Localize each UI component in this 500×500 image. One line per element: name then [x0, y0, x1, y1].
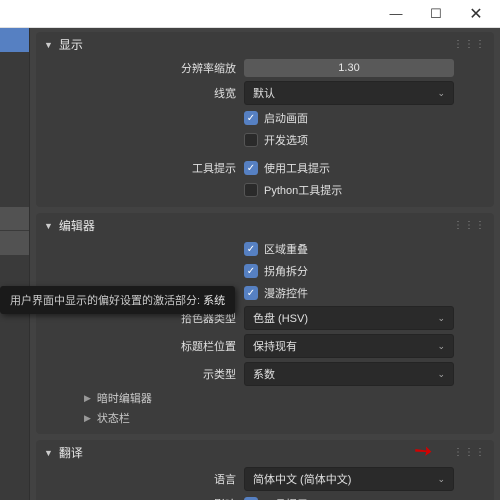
panel-display-title: 显示: [59, 36, 83, 53]
preferences-main: ▼ 显示 ⋮⋮⋮ 分辨率缩放 1.30 线宽 默认⌄ ✓ 启动画面: [30, 28, 500, 500]
panel-editor-header[interactable]: ▼ 编辑器 ⋮⋮⋮: [36, 213, 494, 238]
chevron-down-icon: ⌄: [437, 474, 445, 485]
factor-type-label: 示类型: [44, 366, 244, 382]
panel-display-header[interactable]: ▼ 显示 ⋮⋮⋮: [36, 32, 494, 57]
resolution-scale-label: 分辨率缩放: [44, 60, 244, 76]
navigate-widget-checkbox[interactable]: ✓: [244, 286, 258, 300]
sidebar-tab-2[interactable]: [0, 231, 29, 255]
factor-type-dropdown[interactable]: 系数⌄: [244, 362, 454, 386]
devopts-checkbox[interactable]: [244, 133, 258, 147]
region-overlap-label: 区域重叠: [264, 241, 308, 257]
use-tooltips-checkbox[interactable]: ✓: [244, 161, 258, 175]
left-tabs: [0, 28, 30, 500]
panel-translate: ▼ 翻译 ⋮⋮⋮ 语言简体中文 (简体中文)⌄ 影响✓工具提示 ✓界面 ✓新建数…: [36, 440, 494, 500]
picker-type-dropdown[interactable]: 色盘 (HSV)⌄: [244, 306, 454, 330]
disclosure-down-icon: ▼: [44, 221, 53, 231]
disclosure-down-icon: ▼: [44, 40, 53, 50]
linewidth-dropdown[interactable]: 默认⌄: [244, 81, 454, 105]
titlebar: — ☐ ✕: [0, 0, 500, 28]
resolution-scale-field[interactable]: 1.30: [244, 59, 454, 77]
python-tooltips-label: Python工具提示: [264, 182, 342, 198]
close-button[interactable]: ✕: [456, 2, 496, 26]
navigate-widget-label: 漫游控件: [264, 285, 308, 301]
sub-temp-editor[interactable]: ▶暗时编辑器: [36, 388, 494, 408]
corner-split-checkbox[interactable]: ✓: [244, 264, 258, 278]
tooltips-row-label: 工具提示: [44, 160, 244, 176]
panel-menu-icon[interactable]: ⋮⋮⋮: [453, 39, 486, 50]
panel-menu-icon[interactable]: ⋮⋮⋮: [453, 220, 486, 231]
language-label: 语言: [44, 471, 244, 487]
panel-translate-title: 翻译: [59, 444, 83, 461]
affects-label: 影响: [44, 496, 244, 500]
sidebar-tab-1[interactable]: [0, 207, 29, 231]
use-tooltips-label: 使用工具提示: [264, 160, 330, 176]
panel-menu-icon[interactable]: ⋮⋮⋮: [453, 447, 486, 458]
panel-translate-header[interactable]: ▼ 翻译 ⋮⋮⋮: [36, 440, 494, 465]
panel-editor: ▼ 编辑器 ⋮⋮⋮ ✓区域重叠 ✓拐角拆分 ✓漫游控件 拾色器类型色盘 (HSV…: [36, 213, 494, 434]
sidebar-tab-active[interactable]: [0, 28, 29, 52]
maximize-button[interactable]: ☐: [416, 2, 456, 26]
sub-status-bar[interactable]: ▶状态栏: [36, 408, 494, 428]
translate-tooltips-label: 工具提示: [264, 496, 308, 500]
chevron-down-icon: ⌄: [437, 313, 445, 324]
panel-editor-title: 编辑器: [59, 217, 95, 234]
hover-tooltip: 用户界面中显示的偏好设置的激活部分: 系统: [0, 286, 235, 314]
linewidth-label: 线宽: [44, 85, 244, 101]
disclosure-right-icon: ▶: [84, 393, 91, 404]
chevron-down-icon: ⌄: [437, 341, 445, 352]
disclosure-right-icon: ▶: [84, 413, 91, 424]
header-pos-label: 标题栏位置: [44, 338, 244, 354]
language-dropdown[interactable]: 简体中文 (简体中文)⌄: [244, 467, 454, 491]
python-tooltips-checkbox[interactable]: [244, 183, 258, 197]
header-pos-dropdown[interactable]: 保持现有⌄: [244, 334, 454, 358]
splash-checkbox[interactable]: ✓: [244, 111, 258, 125]
devopts-label: 开发选项: [264, 132, 308, 148]
corner-split-label: 拐角拆分: [264, 263, 308, 279]
region-overlap-checkbox[interactable]: ✓: [244, 242, 258, 256]
minimize-button[interactable]: —: [376, 2, 416, 26]
splash-label: 启动画面: [264, 110, 308, 126]
disclosure-down-icon: ▼: [44, 448, 53, 458]
chevron-down-icon: ⌄: [437, 88, 445, 99]
chevron-down-icon: ⌄: [437, 369, 445, 380]
panel-display: ▼ 显示 ⋮⋮⋮ 分辨率缩放 1.30 线宽 默认⌄ ✓ 启动画面: [36, 32, 494, 207]
